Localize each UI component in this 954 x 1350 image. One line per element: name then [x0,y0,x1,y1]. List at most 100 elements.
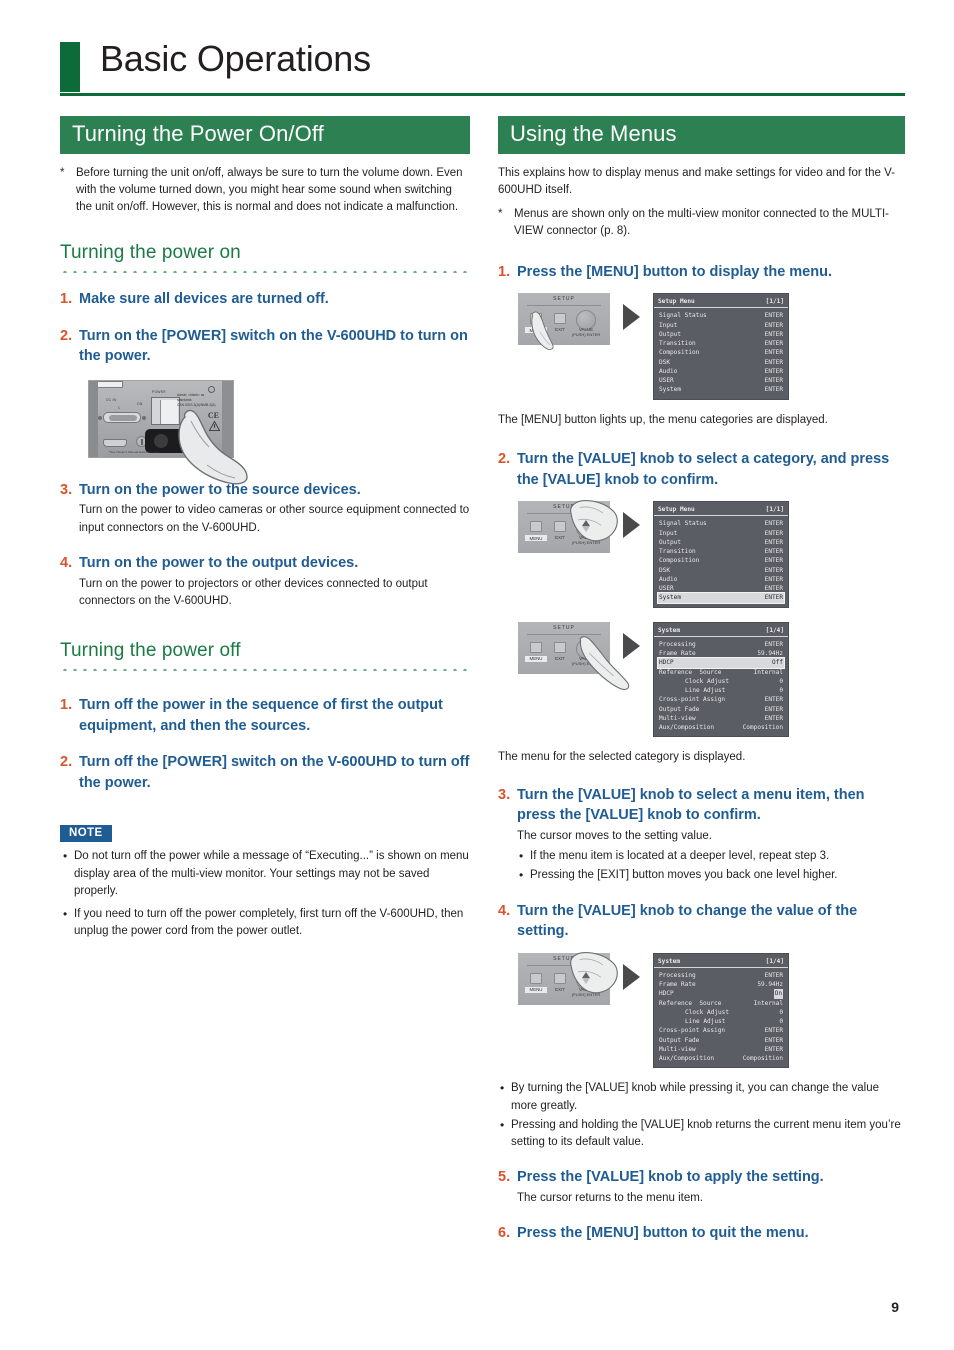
step-number: 6. [498,1225,511,1242]
osd-row-value: ENTER [764,520,783,528]
osd-menu-row[interactable]: System ENTER [658,385,784,394]
osd-menu-row[interactable]: Aux/Composition Composition [658,723,784,732]
osd-menu-row[interactable]: Output Fade ENTER [658,1036,784,1045]
osd-row-value: ENTER [764,971,783,979]
on-label: ON [137,401,143,406]
step-title: Press the [MENU] button to quit the menu… [517,1225,809,1242]
dc-in-label: DC IN [106,397,117,402]
illustration-row: SETUP MENU EXIT VALUE (PUSH) ENTER Setup… [518,500,905,608]
pointing-hand-icon [531,311,554,351]
illustration-row: SETUP MENU EXIT VALUE (PUSH) ENTER Setup… [518,293,905,400]
osd-menu-row[interactable]: Frame Rate 59.94Hz [658,980,784,989]
osd-menu-row[interactable]: Transition ENTER [658,339,784,348]
osd-page-indicator: [1/4] [765,957,784,965]
step-item: 6. Press the [MENU] button to quit the m… [498,1223,905,1244]
osd-menu-row[interactable]: Composition ENTER [658,348,784,357]
osd-menu-row[interactable]: Processing ENTER [658,640,784,649]
step-description: The cursor returns to the menu item. [517,1192,703,1204]
power-label: POWER [152,389,166,394]
subheading-power-off: Turning the power off [60,640,241,662]
step-number: 1. [60,291,73,308]
step-title: Turn off the [POWER] switch on the V-600… [79,754,470,791]
osd-menu-row[interactable]: DSK ENTER [658,358,784,367]
osd-row-value: ENTER [764,367,783,375]
osd-menu-row[interactable]: HDCP On [658,989,784,999]
osd-menu-row[interactable]: Cross-point Assign ENTER [658,1026,784,1035]
step4-bullets: By turning the [VALUE] knob while pressi… [498,1079,905,1151]
menu-button-label: MENU [525,535,547,542]
osd-menu-row[interactable]: Composition ENTER [658,556,784,565]
osd-row-value: ENTER [764,557,783,565]
osd-menu-row[interactable]: Output Fade ENTER [658,705,784,714]
front-panel-setup-section: SETUP MENU EXIT VALUE (PUSH) ENTER [518,621,630,690]
setup-label: SETUP [553,624,575,631]
osd-menu-row[interactable]: DSK ENTER [658,566,784,575]
osd-menu-row[interactable]: Output ENTER [658,538,784,547]
osd-row-label: Frame Rate [659,981,696,989]
osd-menu-row[interactable]: Input ENTER [658,529,784,538]
osd-menu-row[interactable]: Signal Status ENTER [658,311,784,320]
panel-edge-right [222,380,233,457]
step-description: Turn on the power to video cameras or ot… [79,504,470,534]
osd-menu-row[interactable]: Clock Adjust 0 [658,1008,784,1017]
caption-step2: The menu for the selected category is di… [498,751,746,764]
illustration-row: SETUP MENU EXIT VALUE (PUSH) ENTER Syste… [518,621,905,738]
step-title: Turn the [VALUE] knob to select a catego… [517,450,890,488]
osd-row-label: DSK [659,358,671,366]
osd-row-label: Audio [659,367,678,375]
osd-row-value: 0 [779,677,783,685]
osd-menu-row[interactable]: Audio ENTER [658,575,784,584]
osd-row-label: HDCP [659,659,674,667]
osd-row-value: ENTER [764,566,783,574]
osd-menu-row[interactable]: Frame Rate 59.94Hz [658,649,784,658]
osd-menu-row[interactable]: Input ENTER [658,321,784,330]
menu-button[interactable] [530,641,542,653]
osd-row-value: ENTER [764,1027,783,1035]
osd-menu-row[interactable]: Output ENTER [658,330,784,339]
osd-row-label: Output Fade [659,1036,700,1044]
step-title: Press the [VALUE] knob to apply the sett… [517,1169,824,1186]
osd-menu-row[interactable]: Transition ENTER [658,547,784,556]
osd-row-label: Signal Status [659,312,707,320]
osd-menu-row[interactable]: Processing ENTER [658,971,784,980]
bullet-item: Pressing the [EXIT] button moves you bac… [517,866,905,884]
osd-menu-row[interactable]: USER ENTER [658,584,784,593]
osd-menu-row[interactable]: Multi-view ENTER [658,714,784,723]
osd-row-value: ENTER [764,349,783,357]
osd-setup-menu-selected: Setup Menu [1/1] Signal Status ENTER Input… [653,501,789,608]
osd-menu-row[interactable]: Signal Status ENTER [658,519,784,528]
osd-menu-row[interactable]: Reference Source Internal [658,999,784,1008]
section-heading-menus: Using the Menus [498,116,905,155]
menu-button[interactable] [530,521,542,533]
osd-menu-row[interactable]: USER ENTER [658,376,784,385]
osd-menu-row[interactable]: Reference Source Internal [658,668,784,677]
osd-menu-row[interactable]: Audio ENTER [658,367,784,376]
osd-rows: Signal Status ENTER Input ENTER Output ENTER T… [654,311,788,394]
osd-row-label: Output [659,330,682,338]
osd-title-bar: Setup Menu [1/1] [654,294,788,309]
osd-row-label: Reference Source [659,999,722,1007]
pressing-hand-icon [579,635,630,690]
menu-button[interactable] [530,972,542,984]
osd-page-indicator: [1/1] [765,298,784,306]
osd-title: System [658,626,681,634]
bullet-item: By turning the [VALUE] knob while pressi… [498,1079,905,1115]
power-switch[interactable] [151,396,180,425]
osd-row-value: ENTER [764,358,783,366]
osd-menu-row[interactable]: Aux/Composition Composition [658,1054,784,1063]
osd-menu-row[interactable]: Cross-point Assign ENTER [658,695,784,704]
step-item: 5. Press the [VALUE] knob to apply the s… [498,1167,905,1207]
osd-row-label: Aux/Composition [659,1055,715,1063]
osd-menu-row[interactable]: Line Adjust 0 [658,1017,784,1026]
osd-row-value: ENTER [764,312,783,320]
exit-button[interactable] [554,641,566,653]
osd-page-indicator: [1/4] [765,626,784,634]
left-column: Turning the Power On/Off * Before turnin… [60,116,470,941]
osd-menu-row[interactable]: System ENTER [657,592,785,604]
osd-menu-row[interactable]: Line Adjust 0 [658,686,784,695]
osd-menu-row[interactable]: Multi-view ENTER [658,1045,784,1054]
osd-row-value: ENTER [764,696,783,704]
step-item: 3. Turn the [VALUE] knob to select a men… [498,785,905,885]
osd-menu-row[interactable]: Clock Adjust 0 [658,677,784,686]
osd-menu-row[interactable]: HDCP Off [657,657,785,669]
